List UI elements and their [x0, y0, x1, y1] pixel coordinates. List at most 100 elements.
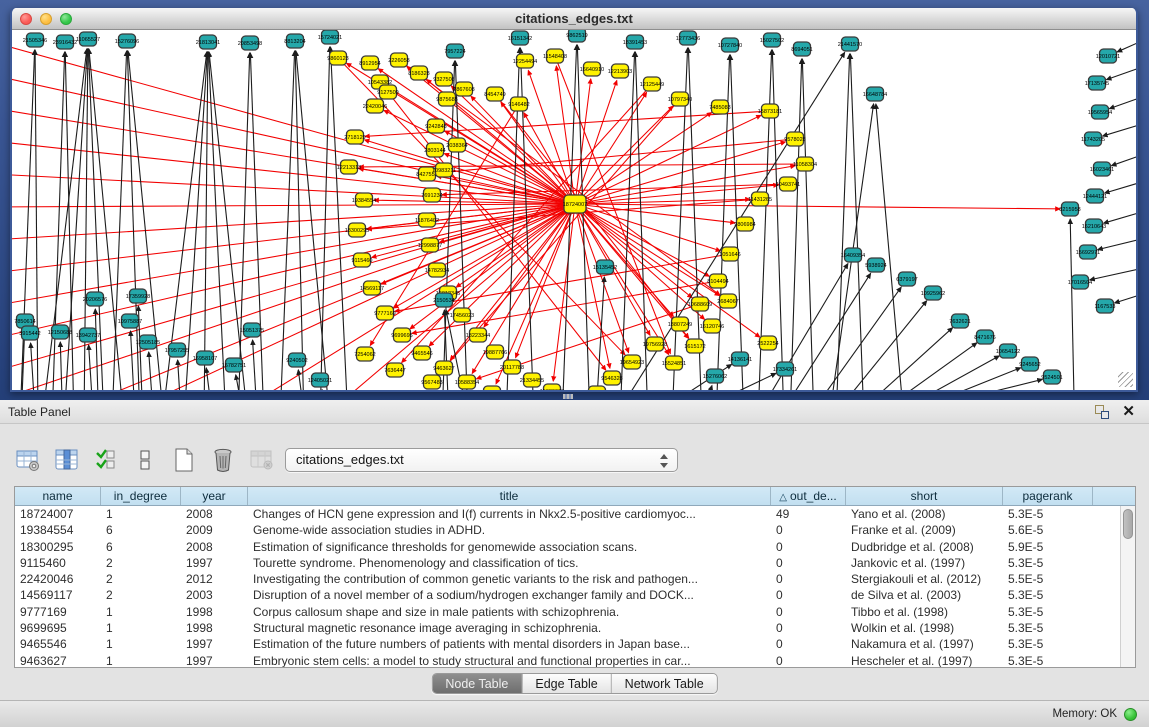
graph-node[interactable]: 9240502 — [286, 353, 307, 367]
graph-node[interactable]: 10588354 — [455, 375, 479, 389]
graph-node[interactable]: 9546328 — [601, 371, 622, 385]
graph-node[interactable]: 19654923 — [620, 355, 644, 369]
row-height-icon[interactable] — [131, 446, 159, 474]
table-cell[interactable]: 5.9E-5 — [1003, 539, 1093, 555]
graph-node[interactable]: 12010721 — [1096, 49, 1120, 63]
table-cell[interactable]: 5.3E-5 — [1003, 604, 1093, 620]
table-cell[interactable]: 0 — [771, 555, 846, 571]
graph-node[interactable]: 10654122 — [996, 344, 1020, 358]
table-cell[interactable]: 2003 — [181, 587, 248, 603]
column-header-year[interactable]: year — [181, 487, 248, 505]
graph-node[interactable]: 2522254 — [757, 336, 778, 350]
table-cell[interactable]: 14569117 — [15, 587, 101, 603]
graph-node[interactable]: 5938924 — [865, 258, 886, 272]
table-cell[interactable]: Genome-wide association studies in ADHD. — [248, 522, 771, 538]
table-cell[interactable]: Dudbridge et al. (2008) — [846, 539, 1003, 555]
graph-node[interactable]: 9860123 — [327, 51, 348, 65]
table-cell[interactable]: 6 — [101, 522, 181, 538]
tab-edge-table[interactable]: Edge Table — [522, 674, 611, 693]
table-cell[interactable]: Wolkin et al. (1998) — [846, 620, 1003, 636]
graph-node[interactable]: 17359928 — [126, 289, 150, 303]
graph-node[interactable]: 9699695 — [391, 328, 412, 342]
graph-node[interactable]: 10975887 — [118, 314, 142, 328]
table-cell[interactable]: 18300295 — [15, 539, 101, 555]
graph-node[interactable]: 7632621 — [949, 314, 970, 328]
table-settings-icon[interactable] — [14, 446, 42, 474]
node-table-header[interactable]: namein_degreeyeartitle△out_de...shortpag… — [15, 487, 1135, 506]
graph-node[interactable]: 16648784 — [863, 87, 887, 101]
table-cell[interactable]: 0 — [771, 620, 846, 636]
graph-node[interactable]: 2150534 — [433, 293, 454, 307]
graph-node[interactable]: 16151342 — [508, 31, 532, 45]
table-cell[interactable]: Estimation of the future numbers of pati… — [248, 636, 771, 652]
network-window-titlebar[interactable]: citations_edges.txt — [12, 8, 1136, 30]
graph-node[interactable]: 9115460 — [351, 253, 372, 267]
table-cell[interactable]: Investigating the contribution of common… — [248, 571, 771, 587]
graph-node[interactable]: 1615172 — [684, 339, 705, 353]
new-table-icon[interactable] — [170, 446, 198, 474]
delete-table-icon[interactable] — [209, 446, 237, 474]
table-row[interactable]: 1938455462009Genome-wide association stu… — [15, 522, 1135, 538]
table-cell[interactable]: 0 — [771, 539, 846, 555]
graph-node[interactable]: 21505346 — [23, 33, 47, 47]
table-cell[interactable]: 6 — [101, 539, 181, 555]
graph-node[interactable]: 18391453 — [623, 35, 647, 49]
graph-node[interactable]: 17135745 — [1085, 76, 1109, 90]
graph-node[interactable]: 12125449 — [640, 77, 664, 91]
table-cell[interactable]: 1 — [101, 653, 181, 668]
graph-node[interactable]: 23916432 — [53, 35, 77, 49]
graph-node[interactable]: 12213903 — [608, 64, 632, 78]
graph-node[interactable]: 8471676 — [974, 330, 995, 344]
table-row[interactable]: 969969511998Structural magnetic resonanc… — [15, 620, 1135, 636]
graph-node[interactable]: 9862519 — [566, 30, 587, 42]
table-cell[interactable]: de Silva et al. (2003) — [846, 587, 1003, 603]
graph-node[interactable]: 16120746 — [700, 319, 724, 333]
graph-node[interactable]: 12773436 — [676, 31, 700, 45]
graph-node[interactable]: 2038364 — [446, 138, 467, 152]
table-cell[interactable]: Tibbo et al. (1998) — [846, 604, 1003, 620]
graph-node[interactable]: 14782934 — [425, 263, 449, 277]
table-cell[interactable]: 1 — [101, 620, 181, 636]
table-cell[interactable]: 0 — [771, 522, 846, 538]
table-cell[interactable]: Corpus callosum shape and size in male p… — [248, 604, 771, 620]
graph-node[interactable]: 2867608 — [453, 82, 474, 96]
table-cell[interactable]: 2008 — [181, 539, 248, 555]
graph-node[interactable]: 7636447 — [384, 363, 405, 377]
graph-node[interactable]: 15276062 — [703, 369, 727, 383]
graph-node[interactable]: 15051375 — [240, 323, 264, 337]
citation-graph[interactable]: 1872400712254494115484081664091012213903… — [12, 30, 1136, 390]
graph-node[interactable]: 9465546 — [411, 346, 432, 360]
table-cell[interactable]: 22420046 — [15, 571, 101, 587]
table-row[interactable]: 1830029562008Estimation of significance … — [15, 539, 1135, 555]
graph-node[interactable]: 2226058 — [388, 53, 409, 67]
column-header-title[interactable]: title — [248, 487, 771, 505]
table-cell[interactable]: Yano et al. (2008) — [846, 506, 1003, 522]
graph-node[interactable]: 14136141 — [728, 352, 752, 366]
graph-node[interactable]: 17456023 — [450, 308, 474, 322]
table-cell[interactable]: Disruption of a novel member of a sodium… — [248, 587, 771, 603]
table-cell[interactable]: Nakamura et al. (1997) — [846, 636, 1003, 652]
table-cell[interactable]: 9115460 — [15, 555, 101, 571]
column-header-name[interactable]: name — [15, 487, 101, 505]
graph-node[interactable]: 16782751 — [222, 358, 246, 372]
table-cell[interactable]: Tourette syndrome. Phenomenology and cla… — [248, 555, 771, 571]
select-columns-icon[interactable] — [92, 446, 120, 474]
graph-node[interactable]: 9463627 — [433, 361, 454, 375]
graph-node[interactable]: 21813041 — [196, 35, 220, 49]
graph-node[interactable]: 11548408 — [543, 49, 567, 63]
graph-node[interactable]: 17334261 — [773, 362, 797, 376]
graph-node[interactable]: 12444121 — [1083, 189, 1107, 203]
table-cell[interactable]: 9699695 — [15, 620, 101, 636]
node-table[interactable]: namein_degreeyeartitle△out_de...shortpag… — [14, 486, 1136, 668]
table-cell[interactable]: 1998 — [181, 620, 248, 636]
graph-node[interactable]: 17957255 — [165, 343, 189, 357]
graph-node[interactable]: 20206576 — [83, 292, 107, 306]
graph-node[interactable]: 15276096 — [115, 34, 139, 48]
table-cell[interactable]: 2008 — [181, 506, 248, 522]
table-cell[interactable]: 5.3E-5 — [1003, 620, 1093, 636]
table-cell[interactable]: 1 — [101, 604, 181, 620]
table-cell[interactable]: 5.3E-5 — [1003, 506, 1093, 522]
graph-node[interactable]: 22420046 — [363, 99, 387, 113]
network-canvas[interactable]: 1872400712254494115484081664091012213903… — [12, 30, 1136, 390]
graph-node[interactable]: 16959504 — [480, 386, 504, 390]
